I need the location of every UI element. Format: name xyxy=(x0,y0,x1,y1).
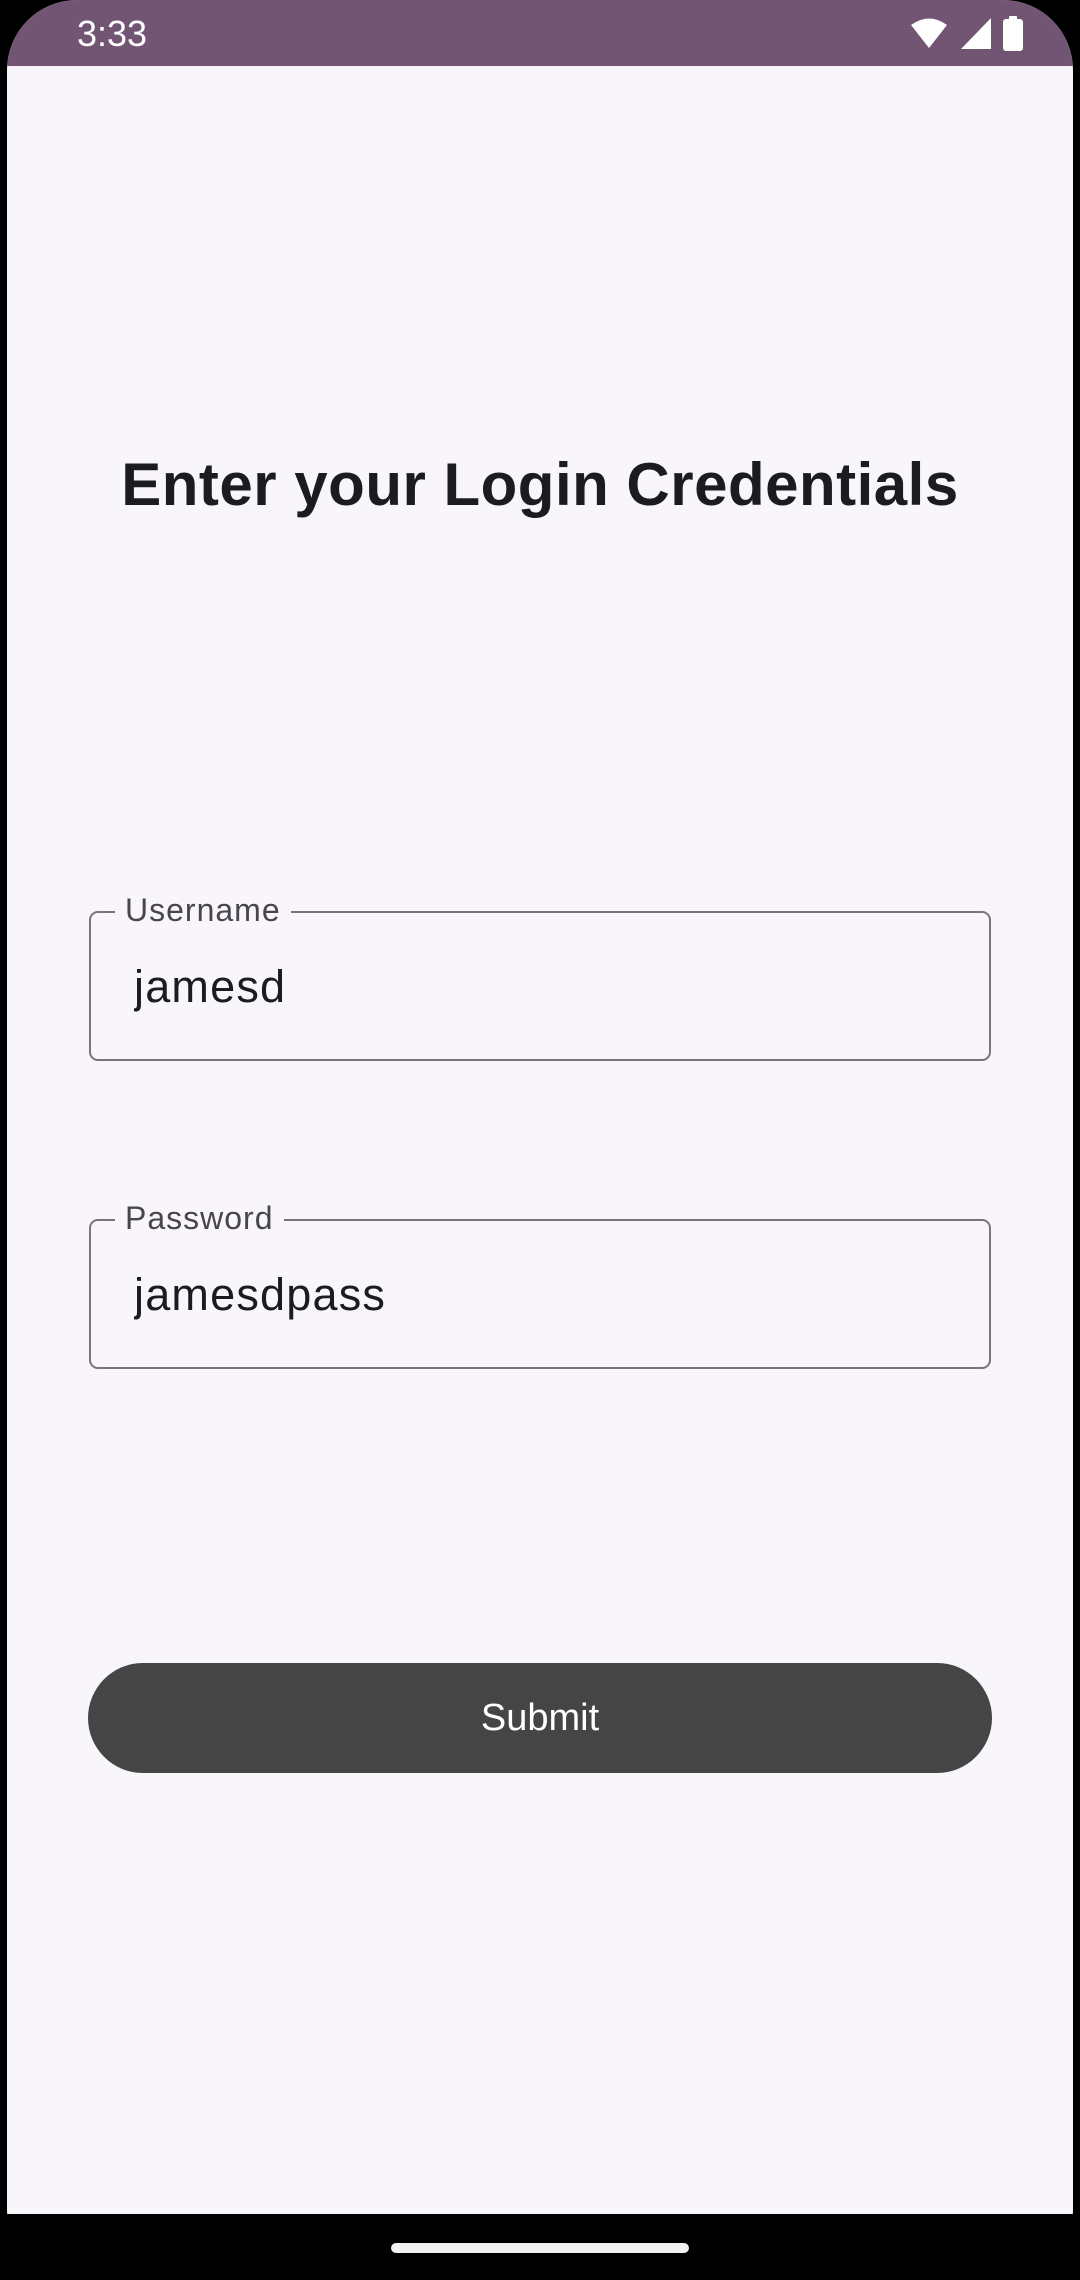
status-time: 3:33 xyxy=(77,13,148,54)
username-label: Username xyxy=(115,890,291,930)
app-screen: 3:33 Enter your Login Credentials Userna… xyxy=(7,0,1073,2280)
device-frame: 3:33 Enter your Login Credentials Userna… xyxy=(0,0,1080,2280)
username-field[interactable]: Username xyxy=(89,890,991,1061)
battery-icon xyxy=(1003,16,1023,52)
cellular-signal-icon xyxy=(959,16,993,52)
password-label: Password xyxy=(115,1198,284,1238)
password-field[interactable]: Password xyxy=(89,1198,991,1369)
username-input[interactable] xyxy=(134,961,954,1013)
password-input[interactable] xyxy=(134,1269,954,1321)
home-gesture-handle[interactable] xyxy=(391,2243,689,2253)
submit-button[interactable]: Submit xyxy=(88,1663,992,1773)
navigation-bar xyxy=(0,2214,1080,2280)
status-icons xyxy=(909,16,1023,52)
status-bar: 3:33 xyxy=(7,0,1073,66)
wifi-icon xyxy=(909,16,949,52)
page-title: Enter your Login Credentials xyxy=(121,451,959,518)
